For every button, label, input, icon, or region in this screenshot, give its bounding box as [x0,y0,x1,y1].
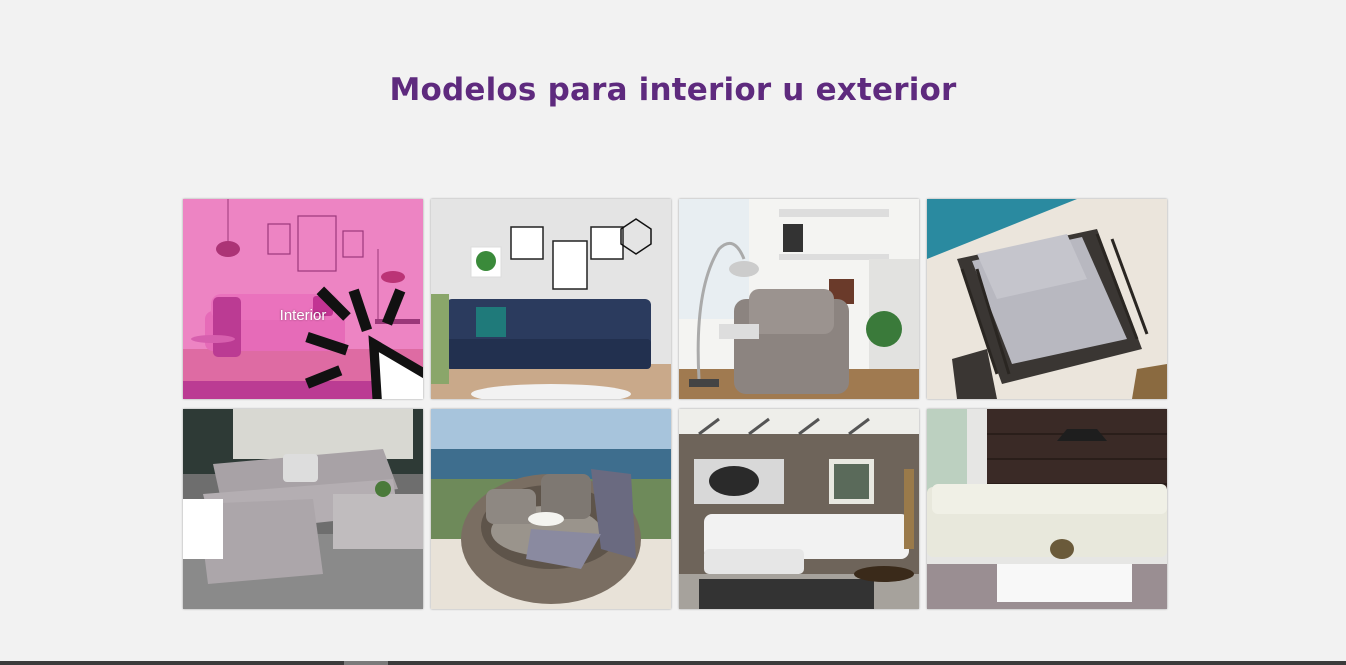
tile-photo [927,409,1167,609]
click-cursor-icon [305,286,423,399]
tile-photo [183,409,423,609]
gallery-tile-wicker-lounge-beach[interactable] [431,409,671,609]
tile-photo [431,409,671,609]
gallery-tile-outdoor-armchair-pool[interactable] [927,199,1167,399]
gallery-tile-white-sofa-stone-wall[interactable] [679,409,919,609]
gallery-tile-living-room-pink[interactable]: Interior [183,199,423,399]
tile-photo [431,199,671,399]
scrollbar-thumb[interactable] [344,661,388,665]
gallery-tile-grey-armchair-reading[interactable] [679,199,919,399]
gallery-tile-white-sectional-dark-wall[interactable] [927,409,1167,609]
gallery-tile-blue-sofa-living-room[interactable] [431,199,671,399]
tile-photo [679,199,919,399]
tile-photo [679,409,919,609]
horizontal-scrollbar[interactable] [0,661,1346,665]
tile-photo [927,199,1167,399]
gallery-grid: Interior [183,199,1167,609]
section-title: Modelos para interior u exterior [389,72,957,108]
gallery-tile-outdoor-sectional-patio[interactable] [183,409,423,609]
